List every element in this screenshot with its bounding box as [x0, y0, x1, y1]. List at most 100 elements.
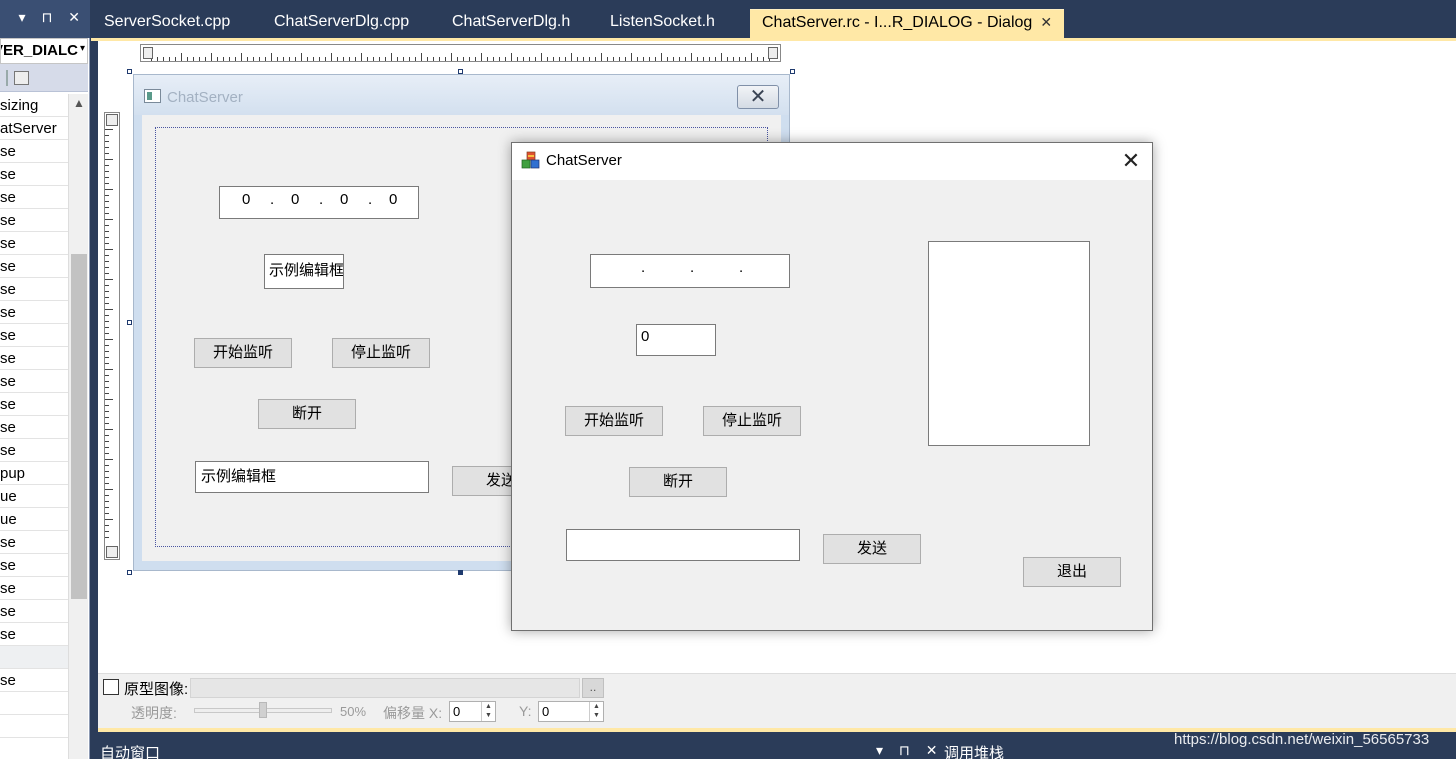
horizontal-ruler[interactable]: [140, 44, 781, 62]
property-row[interactable]: [0, 715, 68, 738]
autos-window-tab[interactable]: 自动窗口: [100, 742, 160, 759]
property-row[interactable]: se: [0, 232, 68, 255]
property-row[interactable]: se: [0, 140, 68, 163]
ruler-tick: [105, 351, 109, 352]
ip-address-control[interactable]: . . .: [590, 254, 790, 288]
property-row[interactable]: se: [0, 577, 68, 600]
ruler-end-handle[interactable]: [106, 546, 118, 558]
message-input[interactable]: [566, 529, 800, 561]
design-stop-listen-button[interactable]: 停止监听: [332, 338, 430, 368]
ruler-tick: [105, 321, 109, 322]
ruler-tick: [105, 507, 109, 508]
tab-serversocket-cpp[interactable]: ServerSocket.cpp: [92, 9, 242, 38]
property-row[interactable]: se: [0, 623, 68, 646]
property-row[interactable]: pup: [0, 462, 68, 485]
ruler-end-handle[interactable]: [106, 114, 118, 126]
ruler-tick: [571, 53, 572, 61]
autos-window-icons[interactable]: ▾ ⊓ ✕: [876, 742, 943, 759]
scroll-up-icon[interactable]: ▲: [73, 96, 85, 110]
property-row[interactable]: se: [0, 669, 68, 692]
property-row[interactable]: sizing: [0, 94, 68, 117]
offset-y-spinner[interactable]: 0 ▲ ▼: [538, 701, 604, 722]
message-listbox[interactable]: [928, 241, 1090, 446]
property-row[interactable]: ue: [0, 508, 68, 531]
ip-dot: .: [641, 259, 646, 276]
property-row[interactable]: se: [0, 278, 68, 301]
design-port-edit[interactable]: 示例编辑框: [264, 254, 344, 289]
property-row[interactable]: se: [0, 347, 68, 370]
resize-handle[interactable]: [458, 69, 463, 74]
tab-listensocket-h[interactable]: ListenSocket.h: [598, 9, 727, 38]
property-row[interactable]: se: [0, 186, 68, 209]
tab-chatserver-rc-dialog[interactable]: ChatServer.rc - I...R_DIALOG - Dialog ✕: [750, 9, 1065, 38]
watermark-url: https://blog.csdn.net/weixin_56565733: [1174, 731, 1430, 748]
opacity-label: 透明度:: [131, 705, 177, 721]
ruler-tick: [409, 57, 410, 61]
property-row[interactable]: atServer: [0, 117, 68, 140]
property-row[interactable]: se: [0, 163, 68, 186]
tab-chatserverdlg-h[interactable]: ChatServerDlg.h: [440, 9, 582, 38]
resize-handle[interactable]: [127, 320, 132, 325]
design-start-listen-button[interactable]: 开始监听: [194, 338, 292, 368]
property-row[interactable]: se: [0, 416, 68, 439]
property-row[interactable]: se: [0, 393, 68, 416]
ruler-end-handle[interactable]: [768, 47, 778, 59]
property-row[interactable]: [0, 646, 68, 669]
ruler-tick: [105, 345, 109, 346]
ruler-end-handle[interactable]: [143, 47, 153, 59]
design-message-edit[interactable]: 示例编辑框: [195, 461, 429, 493]
design-ip-address-control[interactable]: 0 . 0 . 0 . 0: [219, 186, 419, 219]
ruler-tick: [105, 435, 109, 436]
resize-handle[interactable]: [458, 570, 463, 575]
property-row[interactable]: [0, 692, 68, 715]
send-button[interactable]: 发送: [823, 534, 921, 564]
ruler-tick: [105, 135, 109, 136]
resize-handle[interactable]: [127, 570, 132, 575]
ruler-tick: [105, 249, 113, 250]
property-row[interactable]: ue: [0, 485, 68, 508]
property-row[interactable]: se: [0, 531, 68, 554]
resize-handle[interactable]: [127, 69, 132, 74]
browse-button[interactable]: ..: [582, 678, 604, 698]
ruler-tick: [337, 57, 338, 61]
property-row[interactable]: se: [0, 324, 68, 347]
tab-chatserverdlg-cpp[interactable]: ChatServerDlg.cpp: [262, 9, 421, 38]
property-row[interactable]: se: [0, 209, 68, 232]
property-row[interactable]: se: [0, 439, 68, 462]
ruler-tick: [367, 57, 368, 61]
resize-handle[interactable]: [790, 69, 795, 74]
panel-window-icons[interactable]: ▾ ⊓ ✕: [19, 9, 86, 26]
close-icon[interactable]: ✕: [1116, 147, 1146, 175]
close-icon[interactable]: ✕: [1040, 14, 1052, 31]
property-row[interactable]: se: [0, 600, 68, 623]
call-stack-window-tab[interactable]: 调用堆栈: [944, 742, 1004, 759]
offset-x-spinner[interactable]: 0 ▲ ▼: [449, 701, 496, 722]
property-row[interactable]: se: [0, 370, 68, 393]
opacity-slider-thumb[interactable]: [259, 702, 267, 718]
spin-arrows-icon[interactable]: ▲ ▼: [589, 702, 603, 721]
offset-x-label: 偏移量 X:: [383, 705, 443, 721]
ruler-tick: [727, 57, 728, 61]
chevron-down-icon[interactable]: ▾: [80, 43, 85, 54]
property-row[interactable]: se: [0, 554, 68, 577]
property-row[interactable]: se: [0, 255, 68, 278]
scrollbar-thumb[interactable]: [71, 254, 87, 599]
port-edit[interactable]: 0: [636, 324, 716, 356]
spin-arrows-icon[interactable]: ▲ ▼: [481, 702, 495, 721]
ruler-tick: [105, 327, 109, 328]
prototype-image-checkbox[interactable]: [103, 679, 119, 695]
design-disconnect-button[interactable]: 断开: [258, 399, 356, 429]
exit-button[interactable]: 退出: [1023, 557, 1121, 587]
property-row[interactable]: se: [0, 301, 68, 324]
stop-listen-button[interactable]: 停止监听: [703, 406, 801, 436]
property-pages-icon[interactable]: [14, 71, 29, 85]
vertical-ruler[interactable]: [104, 112, 120, 560]
ruler-tick: [205, 57, 206, 61]
disconnect-button[interactable]: 断开: [629, 467, 727, 497]
close-icon[interactable]: ✕: [737, 85, 779, 109]
ruler-tick: [259, 57, 260, 61]
property-list-scrollbar[interactable]: ▲: [68, 94, 88, 759]
prototype-image-path-field[interactable]: [190, 678, 580, 698]
object-selector-combo[interactable]: VER_DIALC ▾: [0, 38, 88, 64]
start-listen-button[interactable]: 开始监听: [565, 406, 663, 436]
